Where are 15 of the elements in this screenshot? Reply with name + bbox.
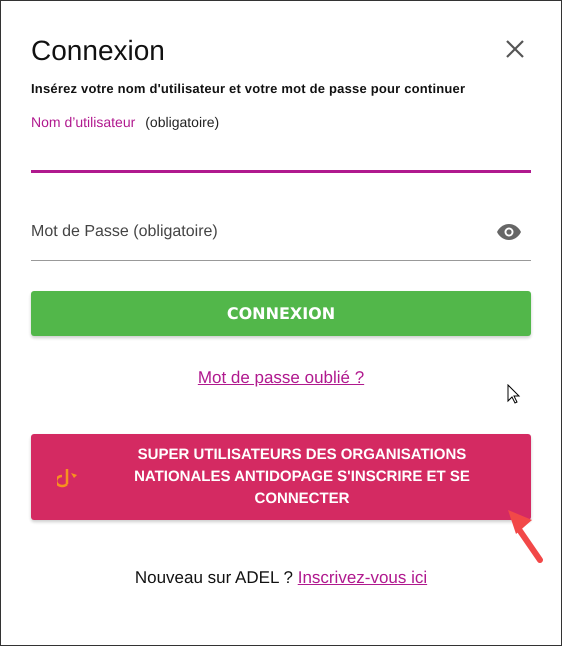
close-button[interactable] — [505, 39, 525, 59]
openid-icon — [57, 466, 79, 488]
field-placeholder: Mot de Passe (obligatoire) — [31, 222, 219, 240]
super-user-button[interactable]: SUPER UTILISATEURS DES ORGANISATIONS NATIONALES ANTIDOPAGE S'INSCRIRE ET SE CONNECTER — [31, 434, 531, 520]
instruction-text: Insérez votre nom d'utilisateur et votre mot de passe pour continuer — [31, 81, 466, 96]
forgot-password-link[interactable]: Mot de passe oublié ? — [198, 368, 364, 388]
password-field[interactable]: Mot de Passe (obligatoire) — [31, 203, 531, 261]
field-label: Nom d’utilisateur — [31, 114, 136, 130]
username-field[interactable]: Nom d’utilisateur (obligatoire) — [31, 114, 531, 173]
field-hint: (obligatoire) — [145, 114, 220, 130]
signup-text: Nouveau sur ADEL ? Inscrivez-vous ici — [134, 568, 428, 588]
mouse-pointer-icon — [507, 384, 521, 404]
dialog-title: Connexion — [31, 35, 165, 67]
signup-link[interactable]: Inscrivez-vous ici — [298, 568, 428, 587]
eye-icon[interactable] — [497, 224, 521, 240]
